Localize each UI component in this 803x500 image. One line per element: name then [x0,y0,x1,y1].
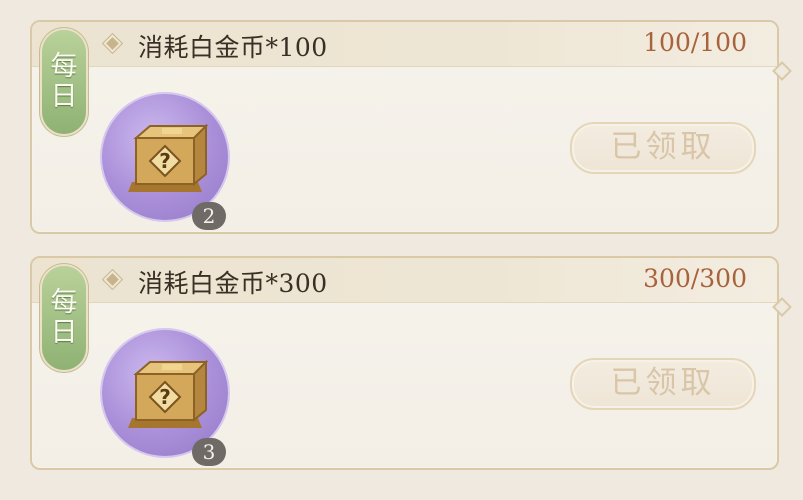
daily-tag-char-1: 每 [50,51,78,82]
task-progress: 100/100 [643,28,747,57]
svg-text:?: ? [159,385,171,409]
svg-text:?: ? [159,149,171,173]
daily-tag-char-1: 每 [50,287,78,318]
diamond-bullet-icon [106,37,119,50]
daily-tag-char-2: 日 [50,81,78,112]
golden-mystery-box-icon: ? [128,123,208,192]
reward-count-badge: 3 [192,438,226,466]
task-card: 消耗白金币*300 300/300 每 日 ? 3 已领取 [30,256,792,470]
task-title: 消耗白金币*300 [138,269,328,298]
task-title: 消耗白金币*100 [138,33,328,62]
reward-item-slot[interactable]: ? 2 [102,94,228,230]
reward-count-badge: 2 [192,202,226,230]
task-progress: 300/300 [643,264,747,293]
task-title-bar: 消耗白金币*300 300/300 [32,258,777,303]
daily-tag: 每 日 [42,266,86,370]
claimed-button[interactable]: 已领取 [570,122,756,174]
daily-tag-char-2: 日 [50,317,78,348]
claimed-button[interactable]: 已领取 [570,358,756,410]
golden-mystery-box-icon: ? [128,359,208,428]
task-card: 消耗白金币*100 100/100 每 日 ? 2 已领取 [30,20,792,234]
reward-item-slot[interactable]: ? 3 [102,330,228,466]
daily-tag: 每 日 [42,30,86,134]
task-title-bar: 消耗白金币*100 100/100 [32,22,777,67]
diamond-bullet-icon [106,273,119,286]
